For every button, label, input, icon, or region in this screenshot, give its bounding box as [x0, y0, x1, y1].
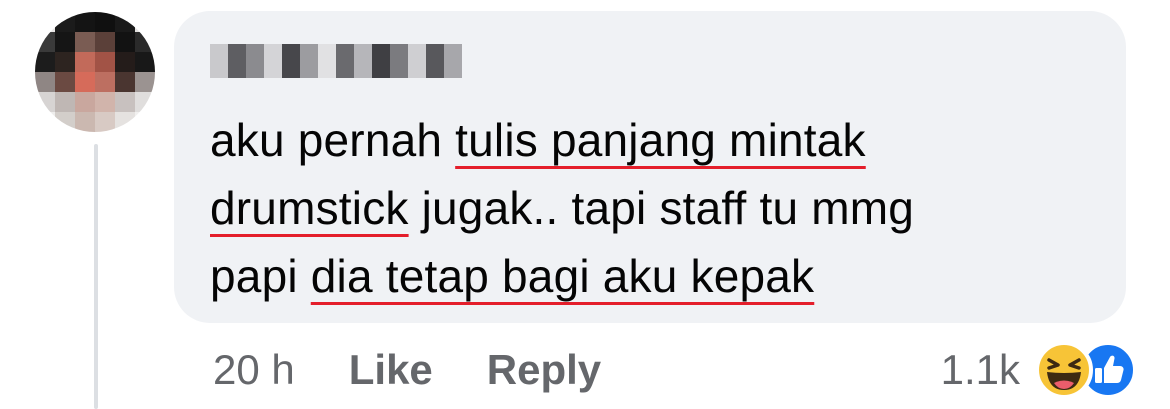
- like-button[interactable]: Like: [349, 346, 433, 394]
- comment-text-underlined: tulis panjang mintak: [455, 114, 866, 166]
- reactions-summary[interactable]: 1.1k: [941, 340, 1138, 400]
- haha-emoji-icon: [1035, 341, 1093, 399]
- comment-text-plain: aku pernah: [210, 114, 456, 166]
- thread-line: [94, 144, 98, 409]
- comment-text: aku pernah tulis panjang mintak drumstic…: [210, 106, 1110, 310]
- comment-actions: 20 h Like Reply: [213, 342, 601, 398]
- comment-line-3: papi dia tetap bagi aku kepak: [210, 242, 1110, 310]
- avatar[interactable]: [35, 12, 155, 132]
- reply-button[interactable]: Reply: [487, 346, 601, 394]
- comment: aku pernah tulis panjang mintak drumstic…: [0, 0, 1170, 409]
- comment-line-2: drumstick jugak.. tapi staff tu mmg: [210, 174, 1110, 242]
- reaction-count: 1.1k: [940, 346, 1020, 393]
- comment-text-underlined: drumstick: [210, 182, 409, 234]
- comment-text-plain: jugak.. tapi staff tu mmg: [408, 182, 915, 234]
- comment-line-1: aku pernah tulis panjang mintak: [210, 106, 1110, 174]
- comment-text-plain: papi: [210, 250, 311, 302]
- reaction-icons: [1034, 340, 1138, 400]
- comment-text-underlined: dia tetap bagi aku kepak: [310, 250, 815, 302]
- author-name-redacted[interactable]: [210, 44, 462, 78]
- timestamp-link[interactable]: 20 h: [213, 346, 295, 394]
